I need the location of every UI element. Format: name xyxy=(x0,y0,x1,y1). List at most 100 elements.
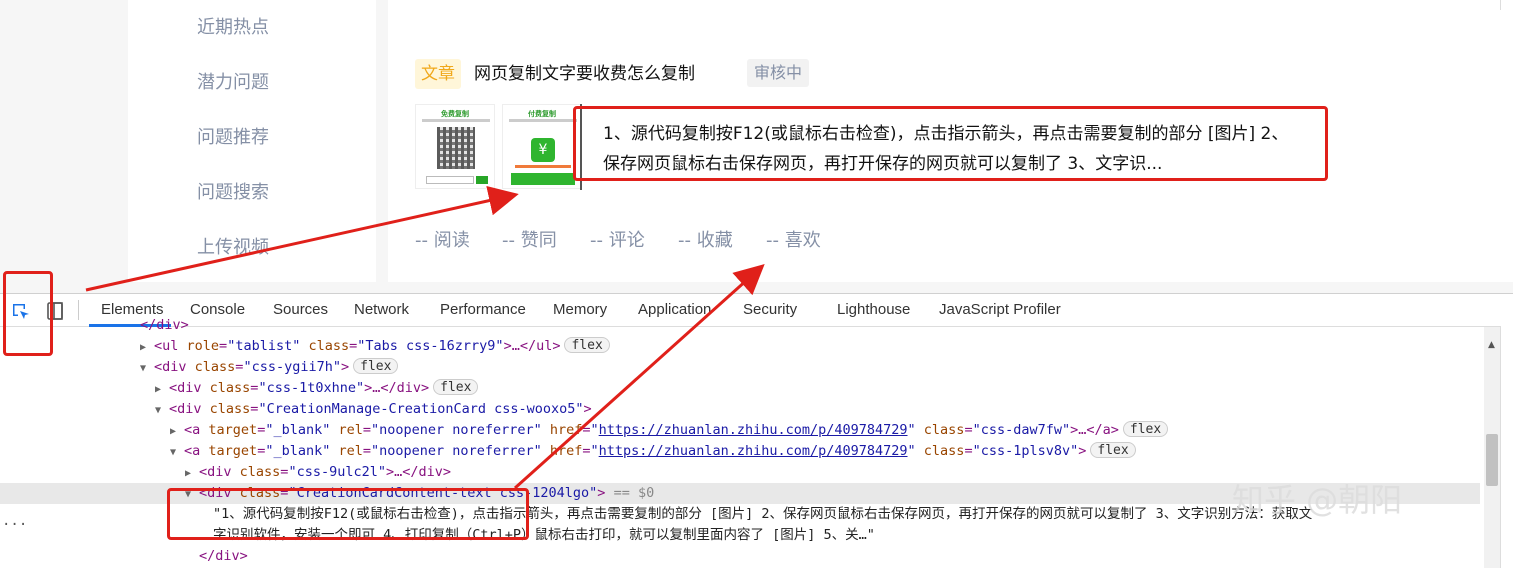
dom-tag: <a xyxy=(184,443,201,459)
like-count: -- 喜欢 xyxy=(766,230,821,251)
scroll-up-arrow-icon[interactable]: ▲ xyxy=(1488,340,1495,350)
favorite-count: -- 收藏 xyxy=(678,230,733,251)
annotation-box-inspect xyxy=(3,271,53,356)
dom-node-line[interactable]: ▼ <div class="CreationManage-CreationCard… xyxy=(155,399,1513,420)
qr-code-image xyxy=(437,127,475,169)
dom-tag: <ul xyxy=(154,338,179,354)
more-options-dots[interactable]: ... xyxy=(2,513,27,529)
thumbnail-free-label: 免费复制 xyxy=(441,110,469,118)
dom-href-link[interactable]: https://zhuanlan.zhihu.com/p/409784729 xyxy=(599,443,908,459)
collapse-arrow-icon[interactable]: ▼ xyxy=(140,358,154,379)
thumbnail-paid-label: 付费复制 xyxy=(528,110,556,118)
dom-close-tag: </div> xyxy=(199,548,248,564)
sidebar-item-upload-video[interactable]: 上传视频 xyxy=(197,233,269,259)
read-count: -- 阅读 xyxy=(415,230,470,251)
dom-tag-tail: >…</ul> xyxy=(503,338,561,354)
dom-attr-name: class xyxy=(923,422,965,438)
dom-node-line[interactable]: ▶ <a target="_blank" rel="noopener norefe… xyxy=(170,420,1513,441)
dom-attr-value: "_blank" xyxy=(265,443,331,459)
thumbnail-pay-button xyxy=(511,173,575,185)
dom-href-link[interactable]: https://zhuanlan.zhihu.com/p/409784729 xyxy=(599,422,908,438)
dom-attr-name: class xyxy=(239,464,281,480)
dom-tag: <div xyxy=(199,464,232,480)
dom-attr-name: class xyxy=(194,359,236,375)
dom-tag-tail: > xyxy=(597,485,606,501)
dom-node-line[interactable]: </div> xyxy=(199,546,1513,567)
dom-close-tag: </div> xyxy=(140,317,189,333)
dom-node-line[interactable]: ▶ <ul role="tablist" class="Tabs css-16zr… xyxy=(140,336,1513,357)
dom-tag-tail: >…</div> xyxy=(364,380,430,396)
article-thumbnail-paid[interactable]: 付费复制 ¥ xyxy=(502,104,582,189)
flex-badge[interactable]: flex xyxy=(564,337,610,353)
thumbnail-green-button xyxy=(476,176,488,184)
article-thumbnail-free[interactable]: 免费复制 xyxy=(415,104,495,189)
dom-node-line[interactable]: ▼ <a target="_blank" rel="noopener norefe… xyxy=(170,441,1513,462)
dom-tag-tail: > xyxy=(340,359,350,375)
thumbnail-subline xyxy=(422,119,490,122)
dom-attr-name: class xyxy=(923,443,965,459)
collapse-arrow-icon[interactable]: ▼ xyxy=(155,400,169,421)
comment-count: -- 评论 xyxy=(590,230,645,251)
dom-tag-tail: > xyxy=(1078,443,1087,459)
dom-attr-name: target xyxy=(208,443,258,459)
scrollbar-thumb[interactable] xyxy=(1486,434,1498,486)
dom-attr-value: "CreationManage-CreationCard css-wooxo5" xyxy=(258,401,584,417)
dom-attr-value: "tablist" xyxy=(227,338,301,354)
dom-attr-value: "noopener noreferrer" xyxy=(371,443,542,459)
dom-attr-value: "Tabs css-16zrry9" xyxy=(357,338,504,354)
dom-attr-value: "css-ygii7h" xyxy=(243,359,341,375)
dom-tag: <a xyxy=(184,422,201,438)
review-status-badge: 审核中 xyxy=(747,59,810,87)
creator-sidebar: 近期热点 潜力问题 问题推荐 问题搜索 上传视频 xyxy=(128,0,376,282)
dom-node-line[interactable]: </div> xyxy=(140,315,1513,336)
thumbnail-subline xyxy=(509,119,577,122)
sidebar-item-question-recommend[interactable]: 问题推荐 xyxy=(197,123,269,149)
dom-attr-name: class xyxy=(209,380,251,396)
dom-attr-value: "noopener noreferrer" xyxy=(371,422,542,438)
annotation-box-dom-text xyxy=(167,488,529,540)
collapse-arrow-icon[interactable]: ▼ xyxy=(170,442,184,463)
thumbnail-price-line xyxy=(515,165,571,168)
dom-attr-value: "css-daw7fw" xyxy=(972,422,1071,438)
expand-arrow-icon[interactable]: ▶ xyxy=(185,463,199,484)
dom-attr-value: "css-1t0xhne" xyxy=(258,380,365,396)
dom-node-line[interactable]: ▶ <div class="css-1t0xhne">…</div> flex xyxy=(155,378,1513,399)
sidebar-item-recent-hot[interactable]: 近期热点 xyxy=(197,13,269,39)
flex-badge[interactable]: flex xyxy=(1122,421,1169,437)
yen-icon: ¥ xyxy=(531,138,555,162)
dom-attr-name: rel xyxy=(338,422,363,438)
dom-tag: <div xyxy=(154,359,187,375)
dom-attr-value: "css-9ulc2l" xyxy=(288,464,386,480)
zhihu-watermark: 知乎 @朝阳 xyxy=(1232,481,1403,519)
flex-badge[interactable]: flex xyxy=(1090,442,1136,458)
dom-tag-tail: >…</a> xyxy=(1070,422,1119,438)
divider xyxy=(1500,0,1501,10)
expand-arrow-icon[interactable]: ▶ xyxy=(155,379,169,400)
toolbar-divider xyxy=(78,300,79,320)
upvote-count: -- 赞同 xyxy=(502,230,557,251)
dom-attr-name: rel xyxy=(338,443,363,459)
annotation-box-excerpt xyxy=(573,106,1328,181)
thumbnail-input-bar xyxy=(426,176,474,184)
selected-node-marker: == $0 xyxy=(613,485,655,501)
article-title-link[interactable]: 网页复制文字要收费怎么复制 xyxy=(474,60,695,88)
dom-node-line[interactable]: ▼ <div class="css-ygii7h"> flex xyxy=(140,357,1513,378)
dom-tag-tail: >…</div> xyxy=(385,464,452,480)
sidebar-item-potential-questions[interactable]: 潜力问题 xyxy=(197,68,269,94)
flex-badge[interactable]: flex xyxy=(433,379,479,395)
dom-tag: <div xyxy=(169,380,202,396)
article-type-tag: 文章 xyxy=(415,59,461,89)
flex-badge[interactable]: flex xyxy=(353,358,399,374)
dom-tag: <div xyxy=(169,401,202,417)
dom-attr-name: target xyxy=(208,422,258,438)
sidebar-item-question-search[interactable]: 问题搜索 xyxy=(197,178,269,204)
dom-tag-tail: > xyxy=(583,401,592,417)
expand-arrow-icon[interactable]: ▶ xyxy=(170,421,184,442)
expand-arrow-icon[interactable]: ▶ xyxy=(140,337,154,358)
dom-attr-name: href xyxy=(549,422,583,438)
dom-attr-name: role xyxy=(186,338,220,354)
dom-attr-value: "css-1plsv8v" xyxy=(972,443,1079,459)
dom-attr-name: href xyxy=(549,443,583,459)
styles-pane-edge xyxy=(1500,326,1513,568)
dom-attr-value: "_blank" xyxy=(265,422,331,438)
